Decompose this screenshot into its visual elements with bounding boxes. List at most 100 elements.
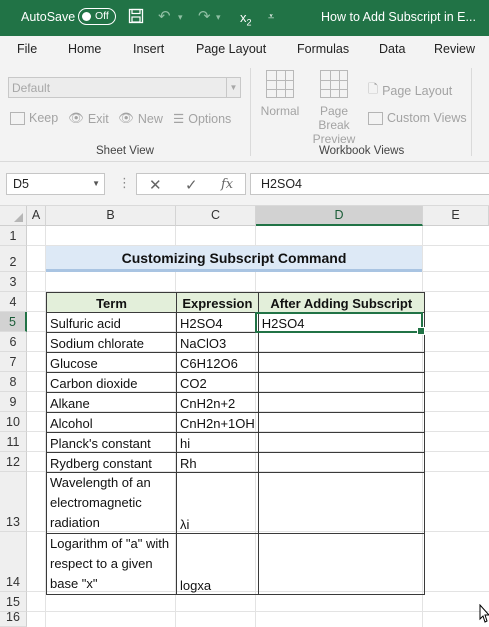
table-title[interactable]: Customizing Subscript Command [46, 246, 422, 272]
formula-buttons: ✕ ✓ fx [136, 173, 246, 195]
subscript-cell[interactable] [257, 432, 425, 453]
tab-file[interactable]: File [17, 42, 37, 56]
row-header[interactable]: 16 [0, 610, 27, 627]
custom-views-button[interactable]: Custom Views [368, 111, 467, 125]
cancel-icon[interactable]: ✕ [149, 176, 162, 194]
term-cell[interactable]: Alkane [46, 392, 177, 413]
autosave-toggle[interactable]: Off [78, 8, 116, 25]
redo-dropdown-icon[interactable]: ▾ [216, 8, 221, 26]
redo-icon[interactable]: ↷ [198, 8, 211, 26]
expression-cell[interactable]: λi [176, 472, 259, 534]
expression-cell[interactable]: logxa [176, 533, 259, 595]
autosave-state: Off [95, 10, 109, 22]
expression-cell[interactable]: NaClO3 [176, 332, 259, 353]
options-button[interactable]: ☰ Options [173, 111, 232, 127]
subscript-cell[interactable] [257, 352, 425, 373]
subscript-cell[interactable] [257, 472, 425, 534]
term-cell[interactable]: Sodium chlorate [46, 332, 177, 353]
expression-cell[interactable]: Rh [176, 452, 259, 473]
row-header[interactable]: 4 [0, 292, 27, 312]
subscript-cell[interactable] [257, 452, 425, 473]
group-separator [471, 68, 472, 156]
customize-qat-icon[interactable]: ⩡ [268, 8, 274, 26]
drag-handle-icon[interactable]: ⋮ [118, 175, 131, 191]
tab-data[interactable]: Data [379, 42, 405, 56]
save-icon[interactable] [128, 8, 144, 29]
normal-view-icon [266, 70, 294, 98]
ribbon-view: Default ▼ Keep 👁 Exit 👁 New ☰ Options Sheet… [0, 64, 489, 162]
column-header-d[interactable]: D [256, 206, 423, 226]
expression-cell[interactable]: C6H12O6 [176, 352, 259, 373]
row-header[interactable]: 15 [0, 592, 27, 612]
normal-view-button[interactable]: Normal [258, 70, 302, 118]
undo-dropdown-icon[interactable]: ▾ [178, 8, 183, 26]
expression-cell[interactable]: CO2 [176, 372, 259, 393]
tab-home[interactable]: Home [68, 42, 101, 56]
page-break-icon [320, 70, 348, 98]
custom-views-label: Custom Views [387, 111, 467, 125]
row-header[interactable]: 13 [0, 472, 27, 532]
column-header-e[interactable]: E [423, 206, 489, 226]
row-header[interactable]: 8 [0, 372, 27, 392]
expression-cell[interactable]: H2SO4 [176, 312, 259, 333]
formula-value: H2SO4 [261, 177, 302, 191]
row-header[interactable]: 12 [0, 452, 27, 472]
page-layout-view-button[interactable]: 🗋 Page Layout [368, 80, 452, 101]
expression-cell[interactable]: CnH2n+2 [176, 392, 259, 413]
formula-bar: D5 ▼ ⋮ ✕ ✓ fx H2SO4 [0, 162, 489, 206]
subscript-cell[interactable] [257, 372, 425, 393]
select-all-button[interactable] [0, 206, 27, 226]
subscript-cell[interactable] [257, 332, 425, 353]
undo-icon[interactable]: ↶ [158, 8, 171, 26]
header-term[interactable]: Term [46, 292, 177, 313]
column-header-b[interactable]: B [46, 206, 176, 226]
column-header-c[interactable]: C [176, 206, 256, 226]
term-cell[interactable]: Sulfuric acid [46, 312, 177, 333]
expression-cell[interactable]: hi [176, 432, 259, 453]
row-header[interactable]: 2 [0, 246, 27, 272]
enter-icon[interactable]: ✓ [185, 176, 198, 194]
term-cell[interactable]: Alcohol [46, 412, 177, 433]
worksheet-grid[interactable]: A B C D E 1 2 3 4 5 6 7 8 9 10 11 12 13 … [0, 206, 489, 627]
term-cell[interactable]: Planck's constant [46, 432, 177, 453]
row-header[interactable]: 5 [0, 312, 27, 332]
row-header[interactable]: 10 [0, 412, 27, 432]
table-row: Sulfuric acid H2SO4 H2SO4 [46, 312, 425, 333]
subscript-cell[interactable]: H2SO4 [257, 312, 425, 333]
subscript-button[interactable]: x2 [240, 9, 252, 32]
term-cell[interactable]: Glucose [46, 352, 177, 373]
row-header[interactable]: 11 [0, 432, 27, 452]
column-header-a[interactable]: A [27, 206, 46, 226]
formula-input[interactable]: H2SO4 [250, 173, 489, 195]
gridline [27, 611, 489, 612]
expression-cell[interactable]: CnH2n+1OH [176, 412, 259, 433]
tab-formulas[interactable]: Formulas [297, 42, 349, 56]
name-box[interactable]: D5 ▼ [6, 173, 105, 195]
term-cell[interactable]: Logarithm of "a" with respect to a given… [46, 533, 177, 595]
header-after-subscript[interactable]: After Adding Subscript [257, 292, 425, 313]
options-label: Options [188, 111, 232, 126]
sheet-view-dropdown[interactable]: Default ▼ [8, 77, 241, 98]
row-header[interactable]: 14 [0, 532, 27, 592]
insert-function-icon[interactable]: fx [221, 177, 233, 192]
row-header[interactable]: 9 [0, 392, 27, 412]
table-row: Wavelength of an electromagnetic radiati… [46, 472, 425, 534]
page-break-preview-button[interactable]: Page Break Preview [303, 70, 365, 146]
tab-insert[interactable]: Insert [133, 42, 164, 56]
new-view-button[interactable]: 👁 New [118, 111, 163, 126]
subscript-cell[interactable] [257, 392, 425, 413]
header-expression[interactable]: Expression [176, 292, 259, 313]
subscript-cell[interactable] [257, 533, 425, 595]
term-cell[interactable]: Rydberg constant [46, 452, 177, 473]
row-header[interactable]: 7 [0, 352, 27, 372]
term-cell[interactable]: Carbon dioxide [46, 372, 177, 393]
tab-review[interactable]: Review [434, 42, 475, 56]
row-header[interactable]: 3 [0, 272, 27, 292]
row-header[interactable]: 6 [0, 332, 27, 352]
row-header[interactable]: 1 [0, 226, 27, 246]
keep-button[interactable]: Keep [10, 111, 58, 125]
exit-button[interactable]: 👁 Exit [68, 111, 109, 126]
term-cell[interactable]: Wavelength of an electromagnetic radiati… [46, 472, 177, 534]
tab-page-layout[interactable]: Page Layout [196, 42, 266, 56]
subscript-cell[interactable] [257, 412, 425, 433]
